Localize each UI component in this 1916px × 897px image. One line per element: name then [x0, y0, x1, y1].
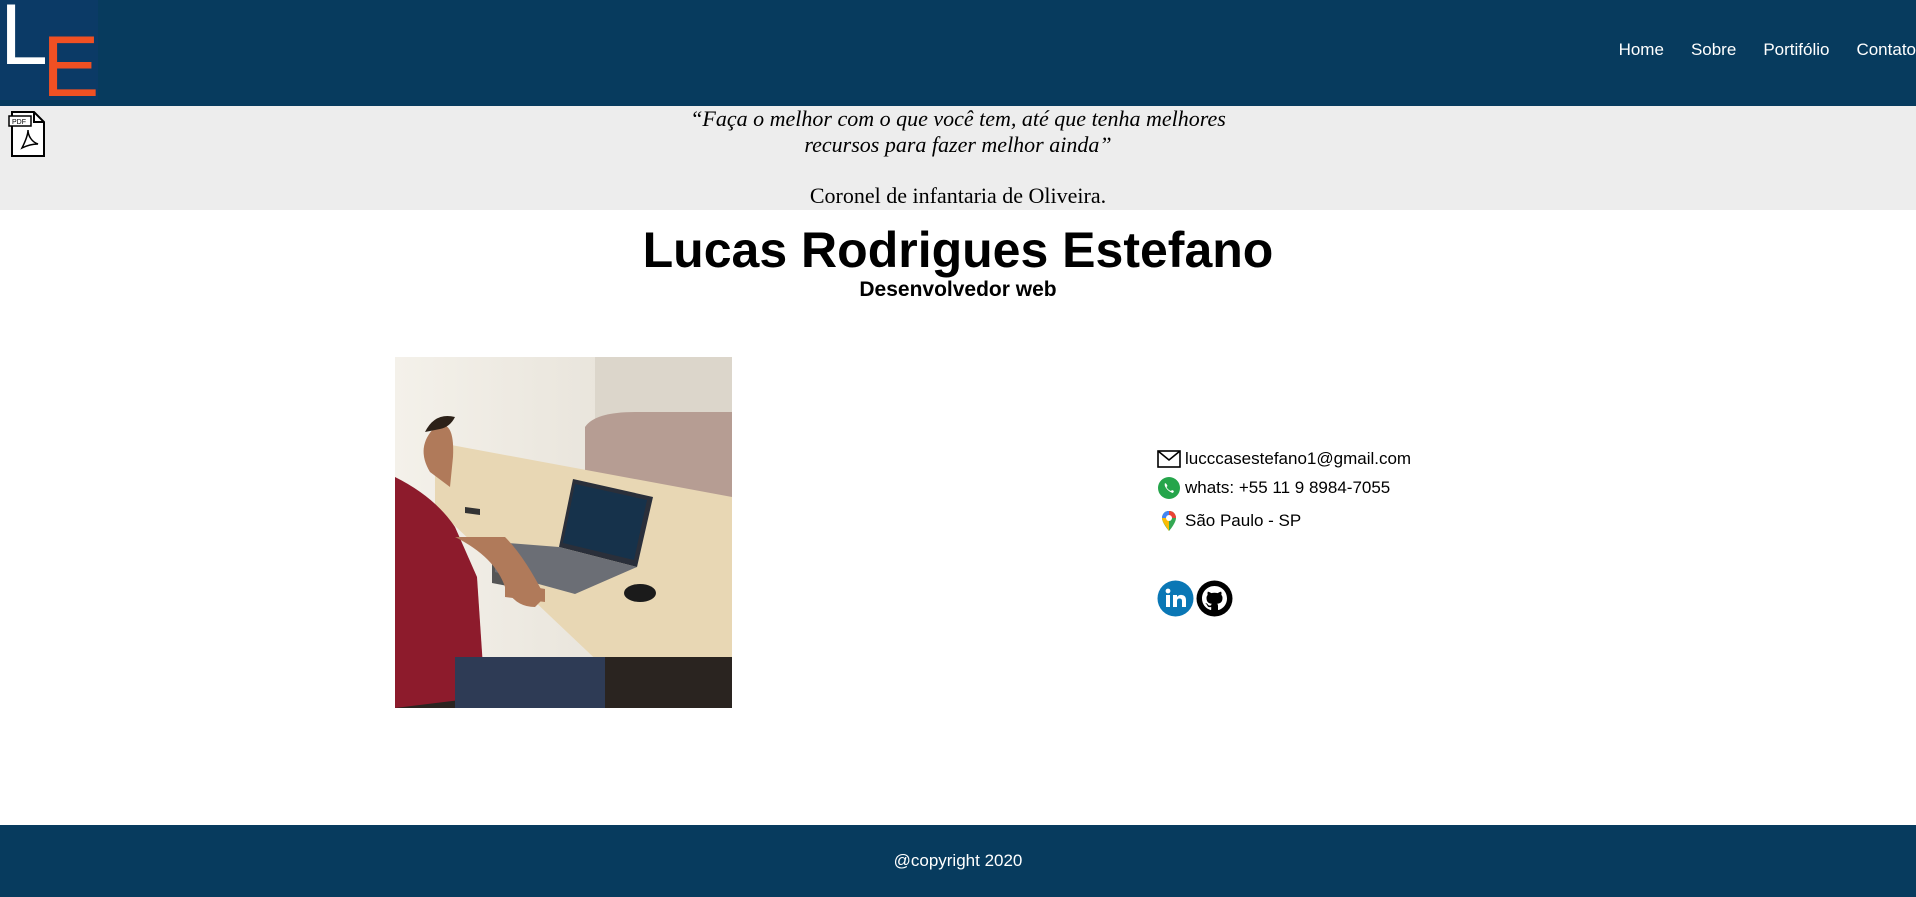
whatsapp-icon	[1158, 477, 1180, 499]
logo-letter-e: E	[42, 19, 98, 100]
contact-email-text: lucccasestefano1@gmail.com	[1185, 449, 1412, 468]
linkedin-icon[interactable]	[1157, 580, 1194, 617]
contact-location-text: São Paulo - SP	[1185, 511, 1302, 530]
profile-name: Lucas Rodrigues Estefano	[642, 222, 1274, 278]
contact-whatsapp[interactable]: whats: +55 11 9 8984-7055	[1157, 476, 1390, 500]
nav-sobre-link[interactable]: Sobre	[1691, 40, 1736, 60]
map-pin-icon	[1162, 511, 1176, 531]
site-header: L E Home Sobre Portifólio Contato	[0, 0, 1916, 106]
profile-photo	[395, 357, 732, 708]
envelope-icon	[1157, 450, 1181, 468]
contact-location: São Paulo - SP	[1157, 509, 1301, 533]
contact-whatsapp-text: whats: +55 11 9 8984-7055	[1185, 478, 1391, 497]
footer-copyright: @copyright 2020	[893, 851, 1023, 870]
nav-home-link[interactable]: Home	[1619, 40, 1664, 60]
quote-text: “Faça o melhor com o que você tem, até q…	[0, 106, 1916, 158]
quote-line-1: “Faça o melhor com o que você tem, até q…	[690, 106, 1226, 131]
quote-line-2: recursos para fazer melhor ainda”	[804, 132, 1112, 157]
site-logo[interactable]: L E	[0, 0, 98, 100]
profile-role: Desenvolvedor web	[859, 278, 1057, 301]
logo-letter-l: L	[0, 0, 48, 83]
contact-email[interactable]: lucccasestefano1@gmail.com	[1157, 447, 1411, 471]
quote-author: Coronel de infantaria de Oliveira.	[809, 183, 1107, 208]
main-nav: Home Sobre Portifólio Contato	[1592, 40, 1916, 60]
nav-contato-link[interactable]: Contato	[1856, 40, 1916, 60]
social-links	[1157, 580, 1233, 617]
nav-portifolio-link[interactable]: Portifólio	[1763, 40, 1829, 60]
github-icon[interactable]	[1196, 580, 1233, 617]
